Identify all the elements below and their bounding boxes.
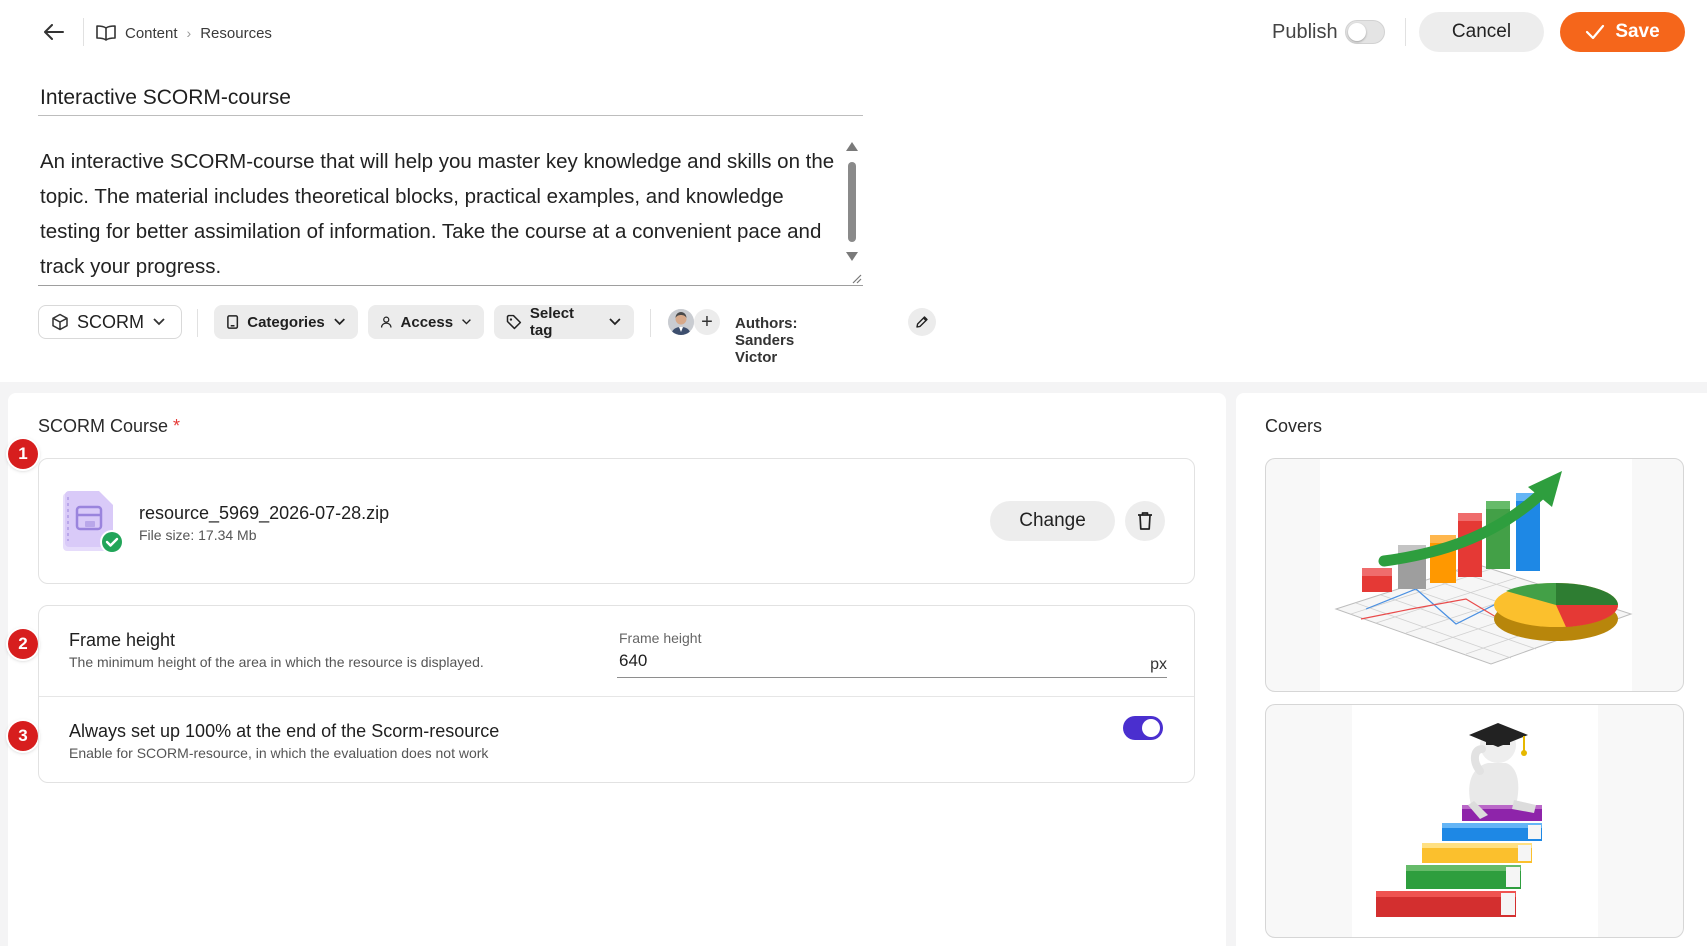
type-select[interactable]: SCORM <box>38 305 182 339</box>
plus-icon: + <box>701 310 713 333</box>
toggle-knob <box>1142 719 1160 737</box>
change-label: Change <box>1019 510 1086 531</box>
publish-toggle[interactable] <box>1345 20 1385 44</box>
tablet-icon <box>227 315 239 329</box>
access-label: Access <box>400 313 454 331</box>
annotation-badge-2: 2 <box>8 629 38 659</box>
description-textarea[interactable]: An interactive SCORM-course that will he… <box>38 138 863 286</box>
categories-label: Categories <box>247 313 325 331</box>
scroll-thumb[interactable] <box>848 162 856 242</box>
frame-height-title: Frame height <box>69 630 176 650</box>
tag-label: Select tag <box>529 305 575 339</box>
chevron-down-icon <box>462 319 471 325</box>
header-divider <box>1405 18 1406 46</box>
cover-item-1[interactable] <box>1265 458 1684 692</box>
always-100-description: Enable for SCORM-resource, in which the … <box>69 745 489 761</box>
publish-label: Publish <box>1272 21 1338 43</box>
scroll-down-arrow-icon[interactable] <box>846 252 858 261</box>
save-label: Save <box>1615 21 1660 42</box>
delete-file-button[interactable] <box>1125 501 1165 541</box>
change-file-button[interactable]: Change <box>990 501 1115 541</box>
scorm-file-card: resource_5969_2026-07-28.zip File size: … <box>38 458 1195 584</box>
header-divider <box>83 18 84 46</box>
description-scrollbar[interactable] <box>845 140 859 276</box>
frame-height-value: 640 <box>619 651 648 670</box>
frame-height-description: The minimum height of the area in which … <box>69 654 484 670</box>
add-author-button[interactable]: + <box>694 309 720 335</box>
scorm-section-text: SCORM Course <box>38 416 169 436</box>
frame-height-input-label: Frame height <box>619 630 702 646</box>
frame-height-unit: px <box>1150 656 1167 673</box>
toggle-knob <box>1348 23 1366 41</box>
file-size: File size: 17.34 Mb <box>139 527 257 543</box>
toolbar-divider <box>197 309 198 337</box>
scorm-section-label: SCORM Course * <box>38 416 180 437</box>
access-select[interactable]: Access <box>368 305 484 339</box>
cancel-label: Cancel <box>1451 21 1512 42</box>
authors-label: Authors: Sanders Victor <box>735 315 798 366</box>
book-icon <box>96 25 116 41</box>
check-icon <box>1586 24 1605 40</box>
scorm-options-card: Frame height The minimum height of the a… <box>38 605 1195 783</box>
breadcrumb-content[interactable]: Content <box>125 25 178 42</box>
save-button[interactable]: Save <box>1560 12 1685 52</box>
editor-header-card: Content › Resources Publish Cancel Save … <box>0 0 1707 382</box>
scorm-file-icon <box>63 491 124 554</box>
annotation-badge-3: 3 <box>8 721 38 751</box>
arrow-left-icon <box>44 24 64 40</box>
always-100-title: Always set up 100% at the end of the Sco… <box>69 721 500 741</box>
tag-icon <box>506 314 522 330</box>
edit-authors-button[interactable] <box>908 308 936 336</box>
file-name: resource_5969_2026-07-28.zip <box>139 503 390 523</box>
bar-chart-cover-image <box>1320 459 1633 691</box>
person-photo-icon <box>668 309 694 335</box>
chevron-down-icon <box>609 318 621 326</box>
type-label: SCORM <box>77 311 144 332</box>
cube-icon <box>52 313 68 331</box>
frame-height-input[interactable]: Frame height 640 px <box>617 618 1167 678</box>
chevron-down-icon <box>153 318 165 326</box>
cover-item-2[interactable] <box>1265 704 1684 938</box>
user-icon <box>380 316 392 328</box>
categories-select[interactable]: Categories <box>214 305 358 339</box>
resize-handle-icon[interactable] <box>849 271 863 285</box>
scroll-up-arrow-icon[interactable] <box>846 142 858 151</box>
chevron-right-icon: › <box>186 25 192 41</box>
graduate-books-cover-image <box>1352 705 1598 937</box>
cancel-button[interactable]: Cancel <box>1419 12 1544 52</box>
description-text: An interactive SCORM-course that will he… <box>40 150 835 278</box>
tag-select[interactable]: Select tag <box>494 305 634 339</box>
title-input[interactable]: Interactive SCORM-course <box>38 82 863 116</box>
row-divider <box>39 696 1194 697</box>
back-button[interactable] <box>40 18 68 46</box>
chevron-down-icon <box>334 318 345 326</box>
author-avatar[interactable] <box>668 309 694 335</box>
breadcrumb-resources[interactable]: Resources <box>200 25 272 42</box>
annotation-badge-1: 1 <box>8 439 38 469</box>
trash-icon <box>1138 512 1152 530</box>
always-100-toggle[interactable] <box>1123 716 1163 740</box>
breadcrumb: Content › Resources <box>96 20 272 46</box>
toolbar-divider <box>650 309 651 337</box>
covers-label: Covers <box>1265 416 1323 436</box>
pencil-icon <box>916 316 928 328</box>
required-mark: * <box>173 416 181 436</box>
